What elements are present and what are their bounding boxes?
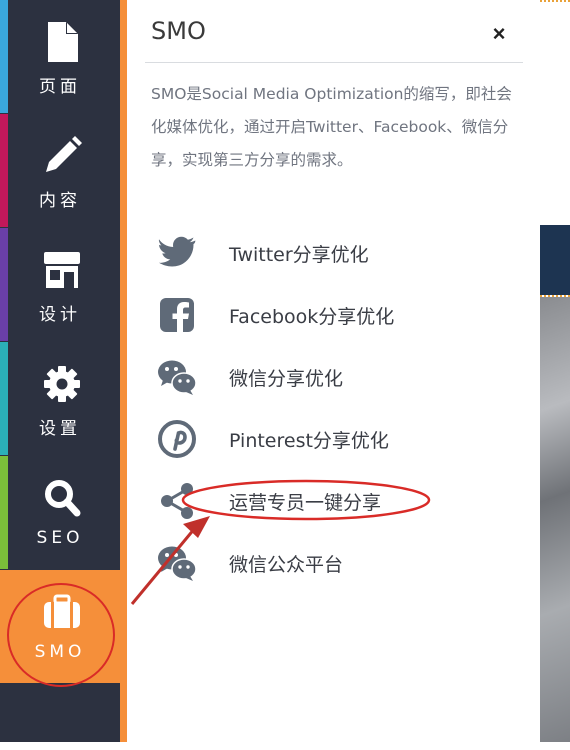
twitter-icon xyxy=(158,236,196,267)
sidebar-item-content[interactable]: 内容 xyxy=(0,114,120,227)
background-page xyxy=(540,0,570,225)
wechat-icon xyxy=(158,546,197,581)
sidebar: 页面 内容 设计 设置 SEO SMO xyxy=(0,0,120,742)
feature-label: 微信公众平台 xyxy=(229,554,344,576)
search-icon xyxy=(45,480,81,517)
divider xyxy=(145,62,523,63)
feature-pinterest-share[interactable]: Pinterest分享优化 xyxy=(151,417,511,461)
feature-wechat-share[interactable]: 微信分享优化 xyxy=(151,355,511,399)
dotted-border xyxy=(540,0,570,4)
feature-wechat-official[interactable]: 微信公众平台 xyxy=(151,541,511,585)
smo-panel: SMO × SMO是Social Media Optimization的缩写，即… xyxy=(127,0,540,742)
sidebar-item-label: 页面 xyxy=(39,77,81,97)
share-icon xyxy=(161,483,193,519)
sidebar-footer xyxy=(0,683,120,742)
sidebar-item-label: SMO xyxy=(34,642,86,662)
feature-label: Pinterest分享优化 xyxy=(229,430,389,452)
panel-title: SMO xyxy=(151,17,206,45)
sidebar-item-label: 内容 xyxy=(39,191,81,211)
sidebar-stripe xyxy=(0,456,8,569)
panel-border xyxy=(120,0,127,742)
feature-label: 运营专员一键分享 xyxy=(229,492,382,514)
store-icon xyxy=(44,252,80,288)
feature-label: 微信分享优化 xyxy=(229,368,344,390)
sidebar-item-label: 设置 xyxy=(39,419,81,439)
sidebar-item-page[interactable]: 页面 xyxy=(0,0,120,113)
feature-label: Twitter分享优化 xyxy=(229,244,369,266)
sidebar-item-seo[interactable]: SEO xyxy=(0,456,120,569)
feature-label: Facebook分享优化 xyxy=(229,306,395,328)
feature-twitter-share[interactable]: Twitter分享优化 xyxy=(151,231,511,275)
feature-facebook-share[interactable]: Facebook分享优化 xyxy=(151,293,511,337)
sidebar-item-smo[interactable]: SMO xyxy=(0,570,120,683)
sidebar-item-design[interactable]: 设计 xyxy=(0,228,120,341)
briefcase-icon xyxy=(44,594,80,628)
panel-description: SMO是Social Media Optimization的缩写，即社会化媒体优… xyxy=(151,85,512,169)
background-banner xyxy=(540,225,570,295)
sidebar-item-label: 设计 xyxy=(39,305,81,325)
bottom-strip xyxy=(0,742,570,750)
pencil-icon xyxy=(46,136,82,172)
wechat-icon xyxy=(158,360,197,395)
close-button[interactable]: × xyxy=(485,20,513,48)
gear-icon xyxy=(44,366,80,402)
feature-operator-share[interactable]: 运营专员一键分享 xyxy=(151,479,511,523)
background-image xyxy=(540,297,570,742)
sidebar-item-settings[interactable]: 设置 xyxy=(0,342,120,455)
pinterest-icon xyxy=(158,420,196,458)
facebook-icon xyxy=(160,298,194,332)
sidebar-item-label: SEO xyxy=(36,528,84,548)
page-icon xyxy=(48,22,78,62)
